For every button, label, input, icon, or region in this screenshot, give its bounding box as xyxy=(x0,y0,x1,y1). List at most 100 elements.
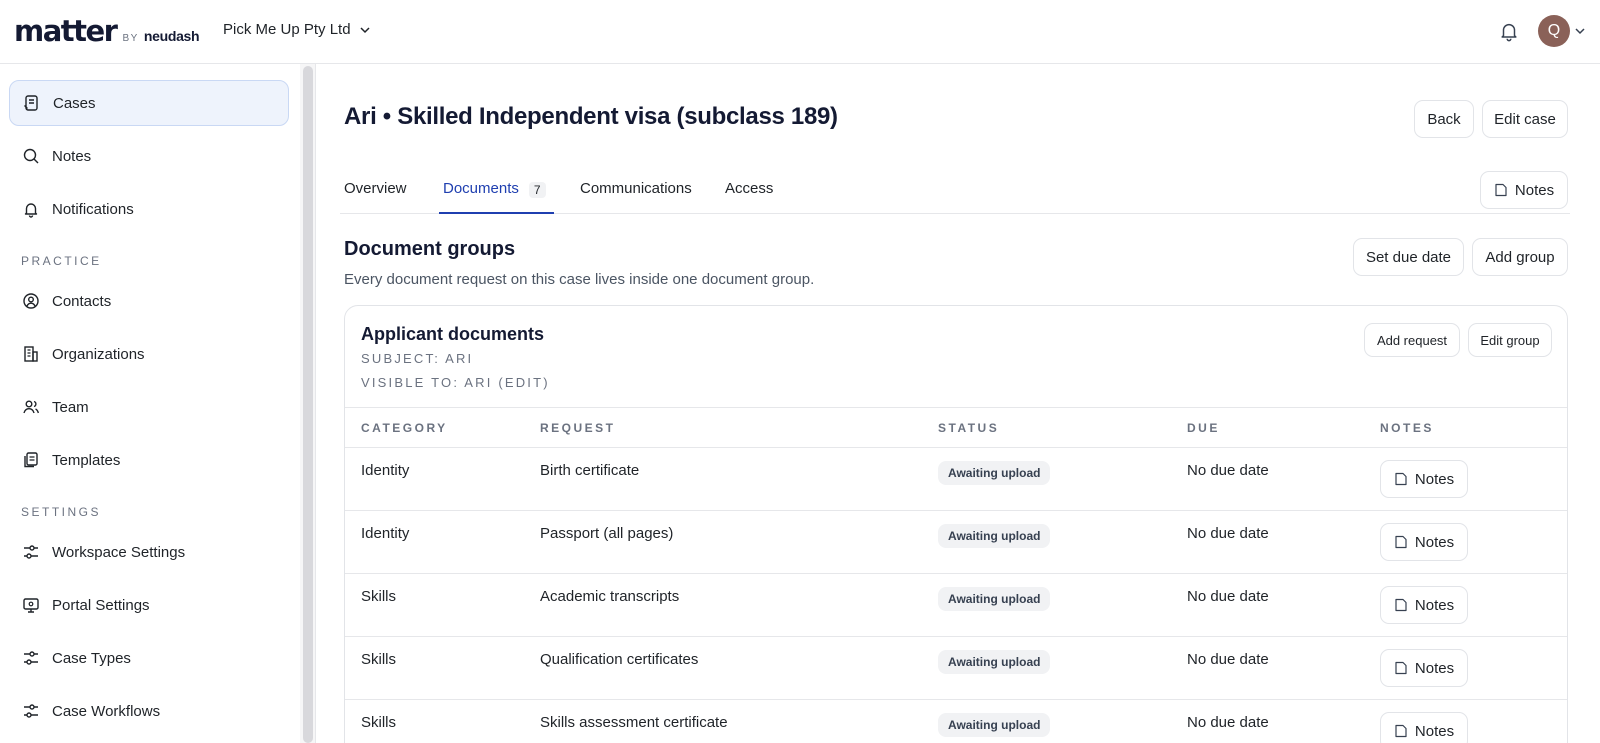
button-label: Notes xyxy=(1414,659,1455,677)
button-label: Notes xyxy=(1414,722,1455,740)
button-label: Notes xyxy=(1414,470,1455,488)
back-button[interactable]: Back xyxy=(1414,100,1474,138)
group-subject: SUBJECT: ARI xyxy=(361,351,474,366)
logo-wordmark: matter xyxy=(14,14,118,48)
sidebar-scrollbar[interactable] xyxy=(300,64,316,743)
cases-icon xyxy=(24,95,38,111)
row-due: No due date xyxy=(1187,525,1269,542)
edit-group-button[interactable]: Edit group xyxy=(1468,323,1552,357)
add-request-button[interactable]: Add request xyxy=(1364,323,1460,357)
row-notes-button[interactable]: Notes xyxy=(1380,586,1468,624)
note-icon xyxy=(1395,661,1407,675)
user-menu[interactable]: Q xyxy=(1538,15,1586,47)
sidebar-item-label: Case Workflows xyxy=(52,702,161,720)
sidebar-item-label: Case Types xyxy=(52,649,131,667)
sidebar-item-label: Templates xyxy=(52,451,121,469)
row-category: Identity xyxy=(361,525,410,542)
tab-access[interactable]: Access xyxy=(725,168,773,214)
team-icon xyxy=(23,400,39,414)
sidebar-item-cases[interactable]: Cases xyxy=(9,80,289,126)
sidebar-item-templates[interactable]: Templates xyxy=(9,437,289,483)
group-visible-to[interactable]: VISIBLE TO: ARI (EDIT) xyxy=(361,375,550,390)
edit-case-button[interactable]: Edit case xyxy=(1482,100,1568,138)
row-notes-button[interactable]: Notes xyxy=(1380,712,1468,743)
tab-label: Overview xyxy=(344,180,407,197)
table-row: Skills Academic transcripts Awaiting upl… xyxy=(345,574,1567,637)
sidebar-item-workspace-settings[interactable]: Workspace Settings xyxy=(9,529,289,575)
sidebar-item-case-types[interactable]: Case Types xyxy=(9,635,289,681)
status-badge: Awaiting upload xyxy=(938,587,1051,611)
scrollbar-thumb[interactable] xyxy=(303,66,313,743)
row-due: No due date xyxy=(1187,714,1269,731)
button-label: Notes xyxy=(1414,533,1455,551)
set-due-date-button[interactable]: Set due date xyxy=(1353,238,1464,276)
button-label: Notes xyxy=(1414,596,1455,614)
row-due: No due date xyxy=(1187,462,1269,479)
chevron-down-icon xyxy=(360,26,370,33)
table-header: CATEGORY REQUEST STATUS DUE NOTES xyxy=(345,407,1567,448)
row-notes-button[interactable]: Notes xyxy=(1380,523,1468,561)
row-request[interactable]: Academic transcripts xyxy=(540,588,679,605)
app-logo[interactable]: matter BY neudash xyxy=(14,14,200,48)
tab-overview[interactable]: Overview xyxy=(344,168,407,214)
avatar: Q xyxy=(1538,15,1570,47)
note-icon xyxy=(1495,183,1507,197)
contacts-icon xyxy=(23,293,39,309)
table-row: Skills Skills assessment certificate Awa… xyxy=(345,700,1567,743)
sidebar-item-portal-settings[interactable]: Portal Settings xyxy=(9,582,289,628)
case-tabs: Overview Documents 7 Communications Acce… xyxy=(340,168,1570,214)
row-notes-button[interactable]: Notes xyxy=(1380,649,1468,687)
row-request[interactable]: Skills assessment certificate xyxy=(540,714,728,731)
row-notes-button[interactable]: Notes xyxy=(1380,460,1468,498)
sidebar-item-organizations[interactable]: Organizations xyxy=(9,331,289,377)
sidebar-item-label: Organizations xyxy=(52,345,145,363)
table-row: Identity Passport (all pages) Awaiting u… xyxy=(345,511,1567,574)
sidebar-item-notifications[interactable]: Notifications xyxy=(9,186,289,232)
tab-communications[interactable]: Communications xyxy=(580,168,692,214)
column-header-notes: NOTES xyxy=(1380,421,1434,435)
note-icon xyxy=(1395,535,1407,549)
bell-icon xyxy=(24,203,38,218)
sidebar: Cases Notes Notifications PRACTICE Conta… xyxy=(0,64,300,743)
org-switcher[interactable]: Pick Me Up Pty Ltd xyxy=(223,21,371,38)
row-due: No due date xyxy=(1187,651,1269,668)
practice-section-label: PRACTICE xyxy=(21,254,102,268)
sidebar-item-contacts[interactable]: Contacts xyxy=(9,278,289,324)
search-icon xyxy=(23,148,39,164)
bell-icon[interactable] xyxy=(1498,20,1520,42)
sidebar-item-team[interactable]: Team xyxy=(9,384,289,430)
column-header-due: DUE xyxy=(1187,421,1220,435)
document-group-card: Applicant documents SUBJECT: ARI VISIBLE… xyxy=(344,305,1568,743)
documents-count-badge: 7 xyxy=(528,182,546,198)
note-icon xyxy=(1395,598,1407,612)
note-icon xyxy=(1395,472,1407,486)
group-title: Applicant documents xyxy=(361,324,545,344)
portal-icon xyxy=(23,598,39,613)
row-category: Identity xyxy=(361,462,410,479)
sidebar-item-label: Notifications xyxy=(52,200,134,218)
tab-documents[interactable]: Documents 7 xyxy=(439,168,554,214)
row-request[interactable]: Qualification certificates xyxy=(540,651,698,668)
row-request[interactable]: Passport (all pages) xyxy=(540,525,673,542)
row-request[interactable]: Birth certificate xyxy=(540,462,639,479)
add-group-button[interactable]: Add group xyxy=(1472,238,1568,276)
sidebar-item-label: Team xyxy=(52,398,89,416)
tab-label: Access xyxy=(725,180,774,197)
case-notes-button[interactable]: Notes xyxy=(1480,171,1568,209)
document-groups-subtitle: Every document request on this case live… xyxy=(344,271,815,288)
table-row: Skills Qualification certificates Awaiti… xyxy=(345,637,1567,700)
sidebar-item-case-workflows[interactable]: Case Workflows xyxy=(9,688,289,734)
sidebar-item-label: Portal Settings xyxy=(52,596,150,614)
sidebar-item-label: Notes xyxy=(52,147,92,165)
row-category: Skills xyxy=(361,588,397,605)
row-due: No due date xyxy=(1187,588,1269,605)
document-groups-title: Document groups xyxy=(344,238,516,260)
chevron-down-icon xyxy=(1575,28,1585,35)
column-header-category: CATEGORY xyxy=(361,421,448,435)
column-header-status: STATUS xyxy=(938,421,1000,435)
row-category: Skills xyxy=(361,714,397,731)
top-bar: matter BY neudash Pick Me Up Pty Ltd Q xyxy=(0,0,1600,64)
sidebar-item-label: Cases xyxy=(53,94,96,112)
sidebar-item-notes[interactable]: Notes xyxy=(9,133,289,179)
building-icon xyxy=(24,346,38,362)
